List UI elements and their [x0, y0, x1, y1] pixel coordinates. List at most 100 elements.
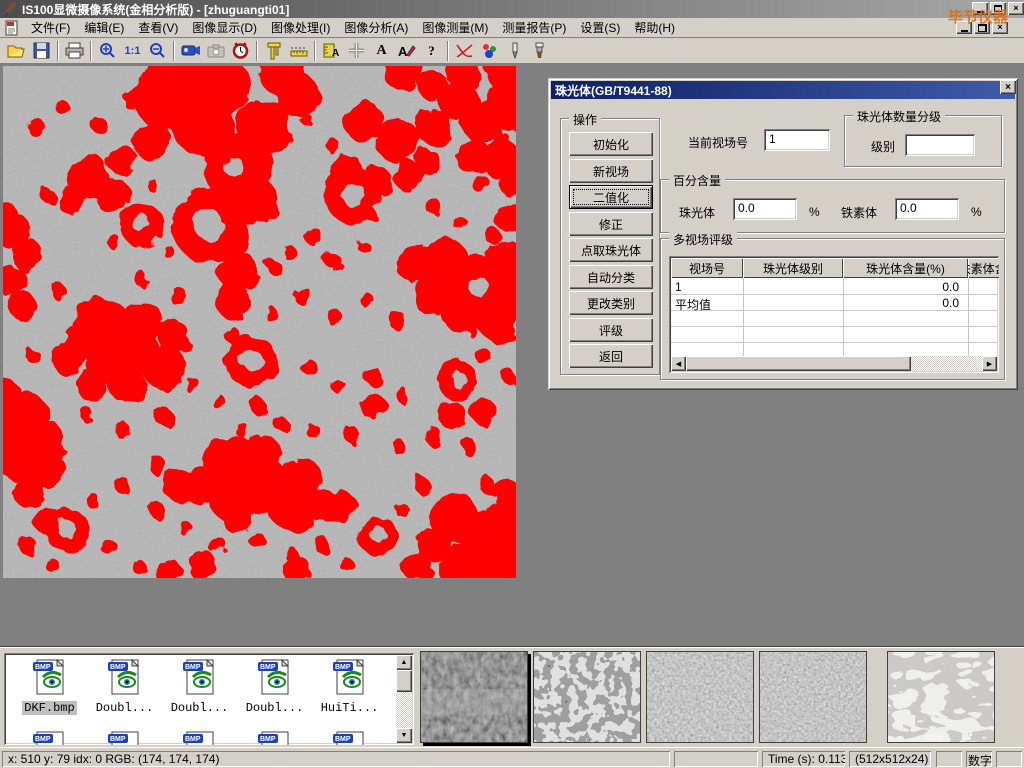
file-item[interactable]: BMP DKF.bmp — [12, 657, 87, 715]
level-input[interactable] — [905, 134, 975, 156]
actual-size-button[interactable]: 1:1 — [120, 39, 145, 62]
table-row-cell[interactable]: 1 — [672, 279, 740, 295]
table-row-cell[interactable]: 0.0 — [844, 279, 962, 295]
menu-report[interactable]: 测量报告(P) — [495, 17, 573, 38]
file-list-scrollbar[interactable]: ▲ ▼ — [396, 655, 412, 743]
angle-measure-icon — [455, 43, 474, 59]
svg-text:BMP: BMP — [35, 664, 51, 671]
file-item-row2[interactable]: BMP — [162, 729, 237, 745]
svg-text:BMP: BMP — [185, 664, 201, 671]
column-header-field[interactable]: 视场号 — [671, 258, 743, 278]
document-system-menu-icon[interactable] — [4, 20, 20, 36]
menu-image-processing[interactable]: 图像处理(I) — [264, 17, 337, 38]
minimize-icon — [961, 30, 968, 32]
classify-button[interactable] — [477, 39, 502, 62]
column-header-level[interactable]: 珠光体级别 — [743, 258, 843, 278]
dialog-close-button[interactable]: × — [1000, 80, 1016, 94]
thumbnail-4[interactable] — [759, 651, 867, 743]
column-header-ferrite[interactable]: 铁素体含量(%) — [968, 258, 999, 278]
scale-calibrate-icon: A — [323, 42, 341, 59]
file-name[interactable]: Doubl... — [244, 701, 306, 715]
file-item-row2[interactable]: BMP — [12, 729, 87, 745]
open-file-button[interactable] — [4, 39, 29, 62]
binarize-button[interactable]: 二值化 — [569, 185, 653, 209]
menu-view[interactable]: 查看(V) — [131, 17, 185, 38]
video-capture-button[interactable] — [178, 39, 203, 62]
thumbnail-3[interactable] — [646, 651, 754, 743]
rating-table[interactable]: 视场号 珠光体级别 珠光体含量(%) 铁素体含量(%) 1 0.0 平均值 0.… — [669, 256, 999, 373]
zoom-out-button[interactable] — [145, 39, 170, 62]
bmp-file-icon: BMP — [256, 729, 294, 745]
change-class-button[interactable]: 更改类别 — [569, 291, 653, 315]
scroll-right-button[interactable]: ▶ — [982, 356, 997, 371]
scale-calibrate-button[interactable]: A — [319, 39, 344, 62]
ruler-icon — [289, 44, 309, 58]
thumbnail-2[interactable] — [533, 651, 641, 743]
pick-pearlite-button[interactable]: 点取珠光体 — [569, 238, 653, 262]
init-button[interactable]: 初始化 — [569, 132, 653, 156]
file-browser[interactable]: BMP DKF.bmp BMP Doubl... BMP Doubl... BM… — [4, 653, 414, 745]
ruler-measure-button[interactable] — [286, 39, 311, 62]
ferrite-percent-input[interactable]: 0.0 — [895, 198, 959, 220]
current-field-input[interactable]: 1 — [764, 129, 830, 151]
save-button[interactable] — [29, 39, 54, 62]
file-name[interactable]: DKF.bmp — [22, 701, 76, 715]
percent-group: 百分含量 珠光体 0.0 % 铁素体 0.0 % — [660, 179, 1005, 233]
scrollbar-thumb[interactable] — [396, 670, 412, 692]
menu-image-display[interactable]: 图像显示(D) — [185, 17, 264, 38]
table-row-cell[interactable]: 平均值 — [672, 295, 740, 311]
level-label: 级别 — [871, 138, 895, 155]
thumbnail-1[interactable] — [420, 651, 528, 743]
brush-button[interactable] — [527, 39, 552, 62]
correct-button[interactable]: 修正 — [569, 212, 653, 236]
help-button[interactable]: ? — [419, 39, 444, 62]
column-header-pearlite[interactable]: 珠光体含量(%) — [843, 258, 968, 278]
menu-image-analysis[interactable]: 图像分析(A) — [337, 17, 415, 38]
menu-image-measure[interactable]: 图像测量(M) — [415, 17, 495, 38]
metallograph-image[interactable] — [3, 66, 516, 578]
menu-help[interactable]: 帮助(H) — [627, 17, 682, 38]
file-item[interactable]: BMP Doubl... — [237, 657, 312, 715]
dialog-title-bar[interactable]: 珠光体(GB/T9441-88) — [551, 81, 1015, 99]
picker-button[interactable] — [502, 39, 527, 62]
file-item[interactable]: BMP HuiTi... — [312, 657, 387, 715]
current-field-label: 当前视场号 — [688, 134, 748, 151]
move-tool-button[interactable] — [344, 39, 369, 62]
file-item[interactable]: BMP Doubl... — [87, 657, 162, 715]
scroll-up-button[interactable]: ▲ — [396, 655, 412, 670]
zoom-in-button[interactable] — [95, 39, 120, 62]
print-icon — [65, 42, 84, 59]
return-button[interactable]: 返回 — [569, 344, 653, 368]
new-field-button[interactable]: 新视场 — [569, 159, 653, 183]
file-name[interactable]: Doubl... — [94, 701, 156, 715]
window-close-button[interactable]: × — [1008, 2, 1024, 15]
text-tool-button[interactable]: A — [369, 39, 394, 62]
file-item-row2[interactable]: BMP — [237, 729, 312, 745]
file-item[interactable]: BMP Doubl... — [162, 657, 237, 715]
caliper-measure-button[interactable] — [261, 39, 286, 62]
table-row-cell[interactable]: 0.0 — [844, 295, 962, 311]
file-name[interactable]: Doubl... — [169, 701, 231, 715]
angle-measure-button[interactable] — [452, 39, 477, 62]
rate-button[interactable]: 评级 — [569, 318, 653, 342]
table-horizontal-scrollbar[interactable]: ◀ ▶ — [671, 356, 997, 371]
annotate-icon: A — [398, 43, 416, 59]
menu-settings[interactable]: 设置(S) — [573, 17, 627, 38]
file-name[interactable]: HuiTi... — [319, 701, 381, 715]
toolbar-separator — [90, 41, 92, 61]
photo-capture-button[interactable] — [203, 39, 228, 62]
pearlite-percent-input[interactable]: 0.0 — [733, 198, 797, 220]
menu-edit[interactable]: 编辑(E) — [77, 17, 131, 38]
file-item-row2[interactable]: BMP — [312, 729, 387, 745]
scroll-down-button[interactable]: ▼ — [396, 728, 412, 743]
thumbnail-5[interactable] — [887, 651, 995, 743]
svg-text:BMP: BMP — [335, 736, 351, 743]
annotate-button[interactable]: A — [394, 39, 419, 62]
scroll-left-button[interactable]: ◀ — [671, 356, 686, 371]
auto-classify-button[interactable]: 自动分类 — [569, 265, 653, 289]
menu-file[interactable]: 文件(F) — [24, 17, 77, 38]
print-button[interactable] — [62, 39, 87, 62]
scrollbar-thumb[interactable] — [686, 356, 911, 371]
timer-button[interactable] — [228, 39, 253, 62]
file-item-row2[interactable]: BMP — [87, 729, 162, 745]
